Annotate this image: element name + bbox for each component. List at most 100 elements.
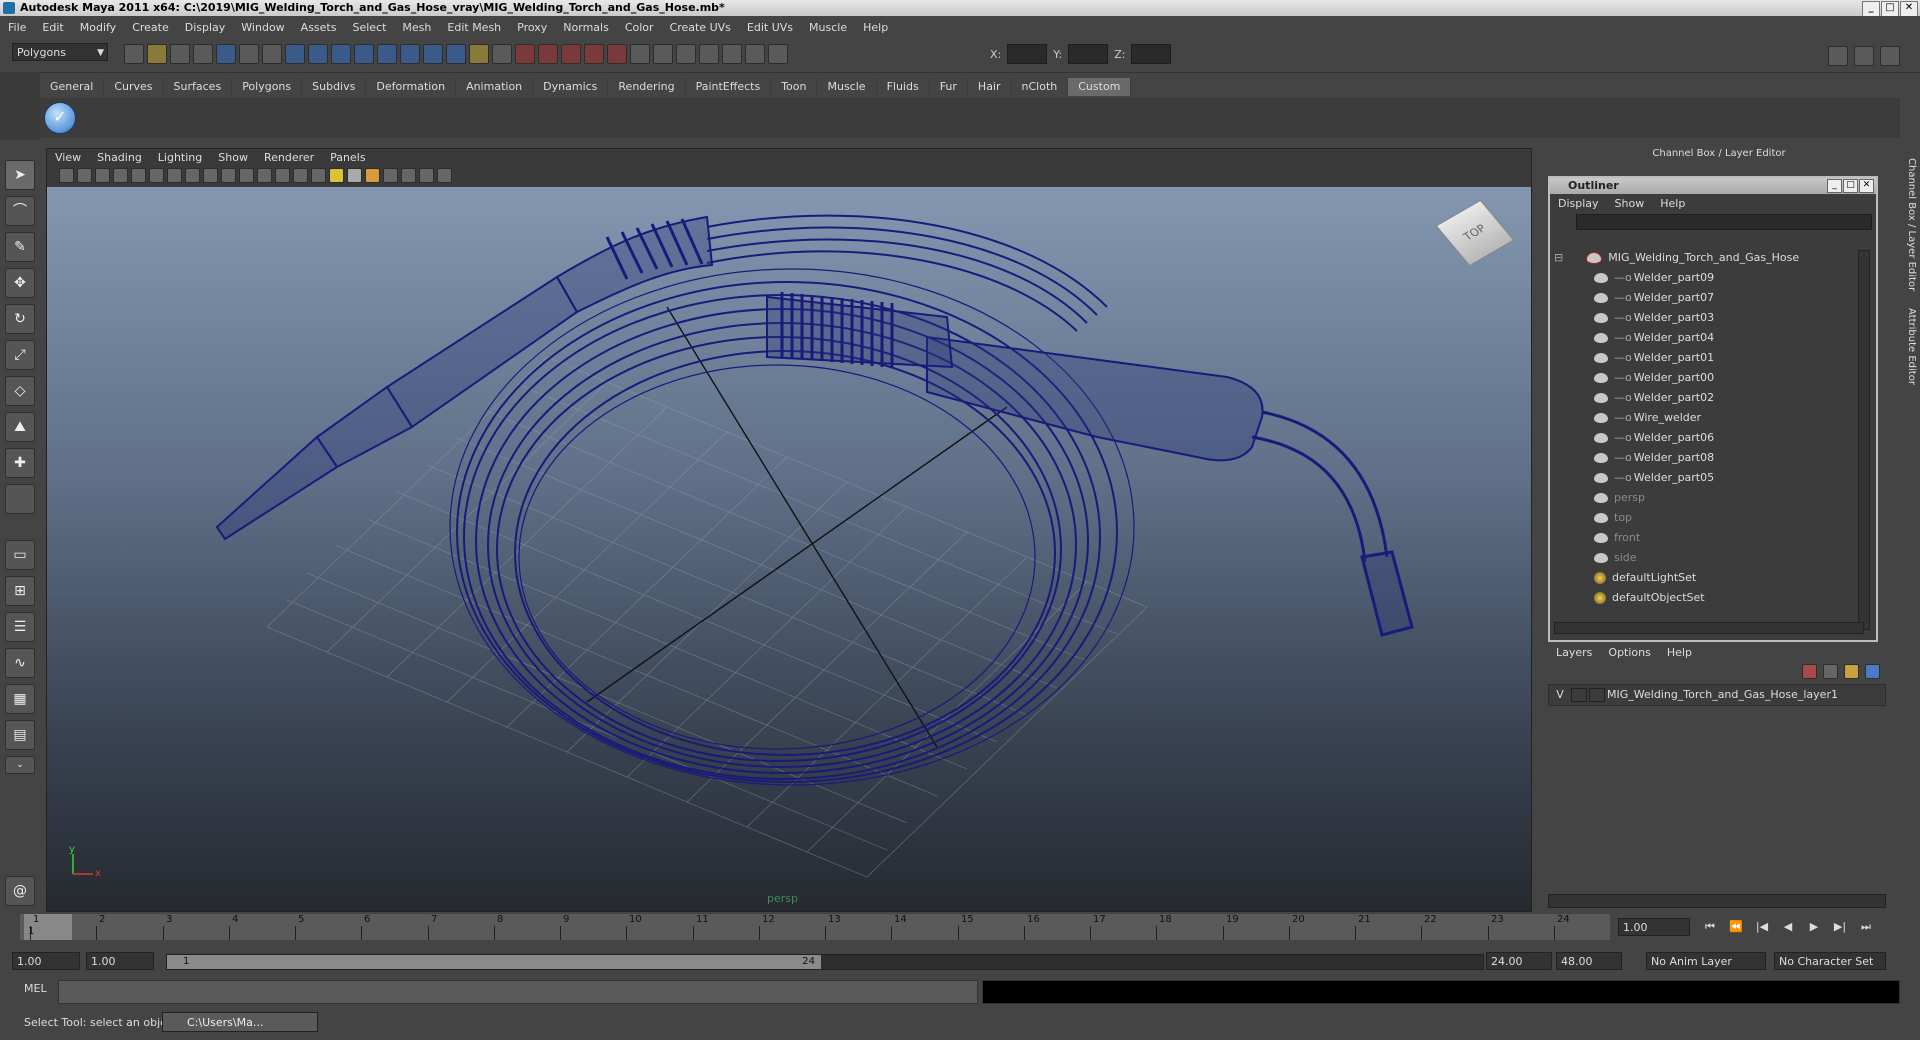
save-scene-icon[interactable] [170,44,190,64]
four-view-layout-icon[interactable]: ⊞ [5,576,35,606]
layout-more-icon[interactable]: ⌄ [5,756,35,774]
resolution-gate-icon[interactable] [167,167,182,183]
playback-end-field[interactable]: 24.00 [1486,952,1552,970]
menu-window[interactable]: Window [233,21,292,34]
current-frame-indicator[interactable]: 1 [24,914,72,940]
graph-editor-layout-icon[interactable]: ∿ [5,648,35,678]
outliner-item-child[interactable]: —o Welder_part08 [1594,448,1714,468]
outliner-item-child[interactable]: —o Welder_part05 [1594,468,1714,488]
mode-selector[interactable]: Polygons ▼ [12,43,108,61]
backface-culling-icon[interactable] [437,167,452,183]
render-view-icon[interactable] [676,44,696,64]
shelf-tab-painteffects[interactable]: PaintEffects [686,78,772,96]
open-scene-icon[interactable] [147,44,167,64]
outliner-persp-layout-icon[interactable]: ☰ [5,612,35,642]
outliner-item-child[interactable]: —o Welder_part01 [1594,348,1714,368]
menu-edit-uvs[interactable]: Edit UVs [739,21,801,34]
layer-menu-layers[interactable]: Layers [1548,646,1600,659]
shelf-tab-general[interactable]: General [40,78,105,96]
select-dynamics-icon[interactable] [400,44,420,64]
camera-attributes-icon[interactable] [77,167,92,183]
script-editor-task-button[interactable]: C:\Users\Ma... [162,1012,318,1032]
shelf-tab-curves[interactable]: Curves [104,78,164,96]
outliner-item-set[interactable]: defaultLightSet [1594,568,1696,588]
playback-start-field[interactable]: 1.00 [86,952,154,970]
select-handles-icon[interactable] [285,44,305,64]
outliner-item-root[interactable]: ⊟ MIG_Welding_Torch_and_Gas_Hose [1554,248,1799,268]
shelf-tab-rendering[interactable]: Rendering [608,78,686,96]
viewport-scene[interactable]: TOP y x persp [47,187,1531,911]
select-surfaces-icon[interactable] [354,44,374,64]
shelf-tab-surfaces[interactable]: Surfaces [164,78,233,96]
outliner-vertical-scrollbar[interactable] [1858,250,1870,630]
shelf-tab-dynamics[interactable]: Dynamics [533,78,609,96]
xray-icon[interactable] [401,167,416,183]
single-perspective-layout-icon[interactable]: ▭ [5,540,35,570]
safe-title-icon[interactable] [239,167,254,183]
menu-modify[interactable]: Modify [72,21,124,34]
lock-selection-icon[interactable] [469,44,489,64]
y-field[interactable] [1068,44,1109,64]
outliner-item-child[interactable]: —o Welder_part03 [1594,308,1714,328]
outliner-menu-display[interactable]: Display [1550,197,1607,210]
gate-mask-icon[interactable] [185,167,200,183]
snap-to-grid-icon[interactable] [515,44,535,64]
dope-sheet-layout-icon[interactable]: ▤ [5,720,35,750]
outliner-item-camera[interactable]: top [1594,508,1632,528]
outliner-close-button[interactable]: ✕ [1859,179,1874,193]
viewport-menu-panels[interactable]: Panels [322,151,373,164]
layer-horizontal-scrollbar[interactable] [1548,894,1886,908]
film-gate-icon[interactable] [149,167,164,183]
play-backwards-button[interactable]: ◀ [1778,918,1798,936]
z-field[interactable] [1131,44,1172,64]
shelf-tab-toon[interactable]: Toon [771,78,818,96]
viewport-menu-show[interactable]: Show [210,151,256,164]
outliner-filter-field[interactable] [1576,214,1872,230]
shelf-tab-subdivs[interactable]: Subdivs [302,78,367,96]
current-frame-field[interactable]: 1.00 [1618,918,1690,936]
perspective-viewport[interactable]: View Shading Lighting Show Renderer Pane… [46,148,1532,912]
outliner-item-child[interactable]: —o Welder_part06 [1594,428,1714,448]
layer-options-icon[interactable] [1865,664,1880,679]
shelf-tab-custom[interactable]: Custom [1068,78,1132,96]
rotate-tool-icon[interactable]: ↻ [5,304,35,334]
side-tab-attribute-editor[interactable]: Attribute Editor [1901,308,1917,385]
outliner-minimize-button[interactable]: _ [1827,179,1842,193]
layer-menu-options[interactable]: Options [1600,646,1658,659]
wireframe-icon[interactable] [257,167,272,183]
construction-history-icon[interactable] [653,44,673,64]
step-back-key-button[interactable]: ⏪ [1726,918,1746,936]
soft-modification-icon[interactable]: ⛰ [5,412,35,442]
smooth-shade-icon[interactable] [275,167,290,183]
viewport-menu-shading[interactable]: Shading [89,151,150,164]
lasso-tool-icon[interactable]: ⌒ [5,196,35,226]
step-back-frame-button[interactable]: |◀ [1752,918,1772,936]
render-settings-icon[interactable] [745,44,765,64]
animation-end-field[interactable]: 48.00 [1556,952,1622,970]
viewport-menu-view[interactable]: View [47,151,89,164]
outliner-item-child[interactable]: —o Welder_part00 [1594,368,1714,388]
ipr-render-icon[interactable] [722,44,742,64]
menu-proxy[interactable]: Proxy [509,21,555,34]
select-rendering-icon[interactable] [423,44,443,64]
menu-help[interactable]: Help [855,21,896,34]
isolate-select-icon[interactable] [383,167,398,183]
select-by-hierarchy-icon[interactable] [193,44,213,64]
character-set-dropdown[interactable]: No Character Set [1774,952,1886,970]
outliner-item-set[interactable]: defaultObjectSet [1594,588,1705,608]
select-by-object-icon[interactable] [216,44,236,64]
menu-mesh[interactable]: Mesh [394,21,439,34]
anim-layer-dropdown[interactable]: No Anim Layer [1646,952,1766,970]
select-camera-icon[interactable] [59,167,74,183]
history-icon[interactable] [630,44,650,64]
viewport-menu-renderer[interactable]: Renderer [256,151,322,164]
layer-visibility-toggle[interactable]: V [1549,685,1571,705]
new-scene-icon[interactable] [124,44,144,64]
tool-settings-toggle-icon[interactable] [1854,46,1874,66]
new-empty-layer-icon[interactable] [1823,664,1838,679]
field-chart-icon[interactable] [203,167,218,183]
outliner-menu-show[interactable]: Show [1607,197,1653,210]
hypershade-layout-icon[interactable]: ▦ [5,684,35,714]
checkmark-icon[interactable]: ✓ [44,102,76,134]
image-plane-icon[interactable] [113,167,128,183]
